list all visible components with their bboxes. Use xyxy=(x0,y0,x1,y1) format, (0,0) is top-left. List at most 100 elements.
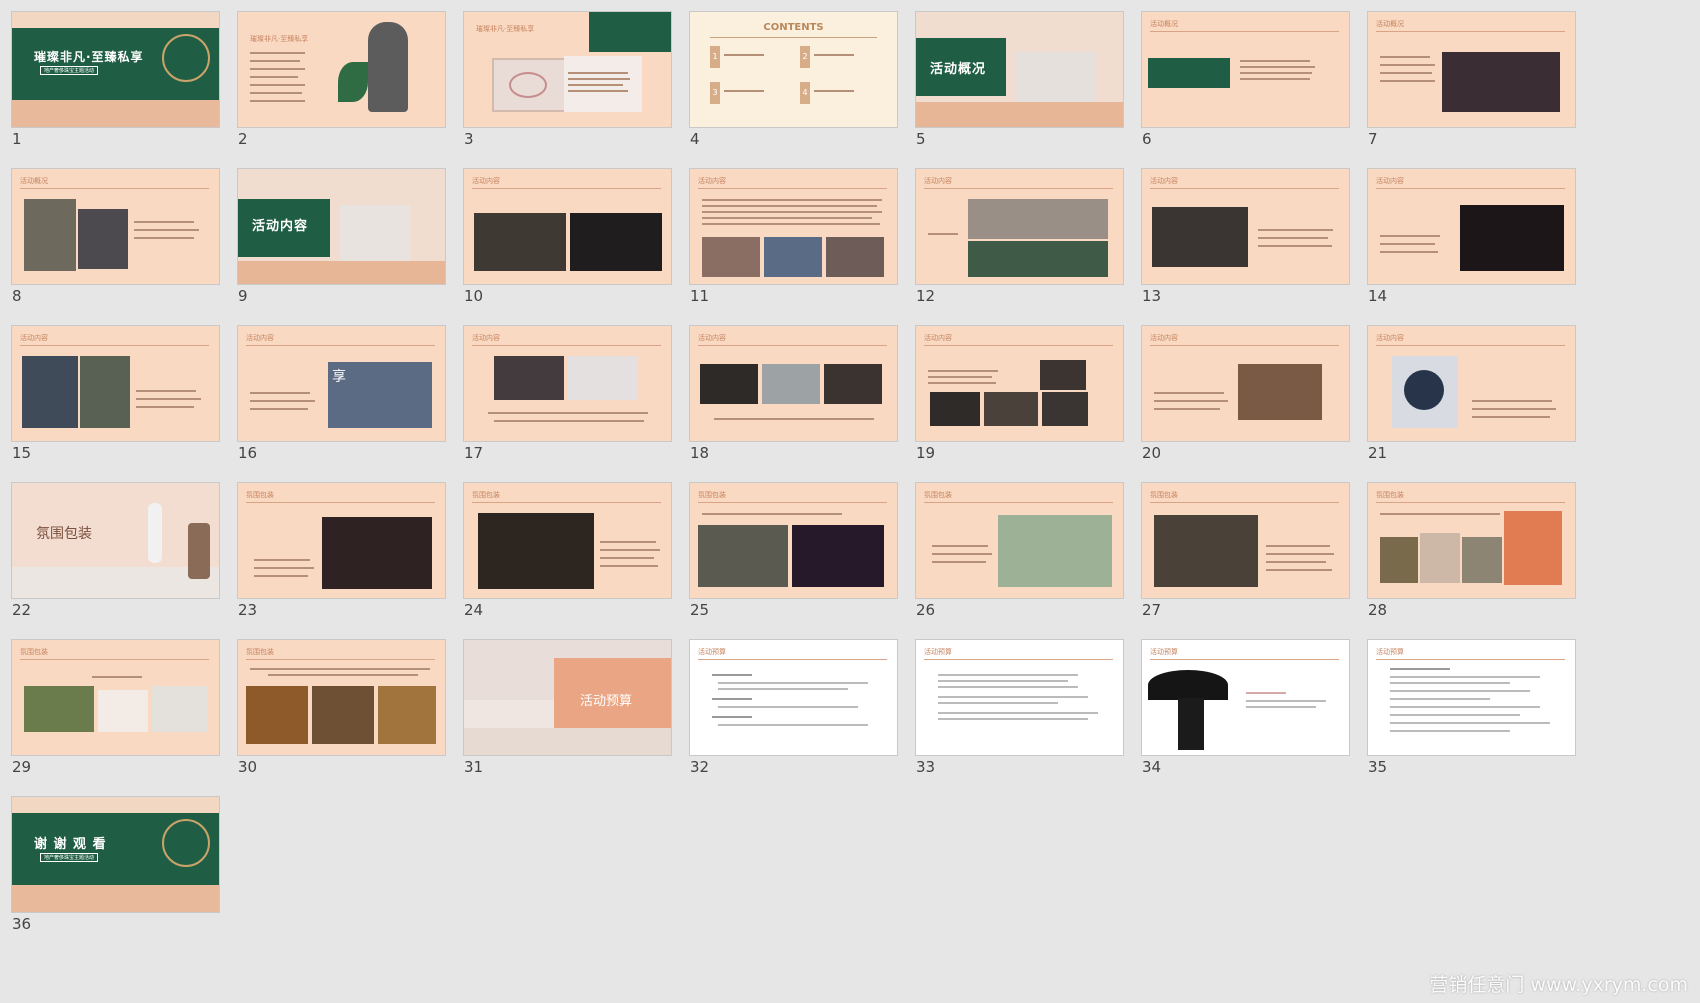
slide-thumbnail-2[interactable]: 璀璨非凡·至臻私享 xyxy=(237,11,446,128)
slide-title: 活动内容 xyxy=(698,177,726,185)
slide-number: 22 xyxy=(12,601,32,619)
slide-number: 35 xyxy=(1368,758,1388,776)
slide-number: 32 xyxy=(690,758,710,776)
slide-number: 2 xyxy=(238,130,248,148)
slide-number: 14 xyxy=(1368,287,1388,305)
slide-title: 活动内容 xyxy=(924,177,952,185)
slide-title: 活动预算 xyxy=(698,648,726,656)
slide-thumbnail-33[interactable]: 活动预算 xyxy=(915,639,1124,756)
slide-thumbnail-13[interactable]: 活动内容 xyxy=(1141,168,1350,285)
slide-thumbnail-10[interactable]: 活动内容 xyxy=(463,168,672,285)
slide-cell: 活动预算 33 xyxy=(904,628,1149,798)
slide-title: 活动内容 xyxy=(472,334,500,342)
contents-item-3: 3 xyxy=(710,82,720,104)
slide-thumbnail-27[interactable]: 氛围包装 xyxy=(1141,482,1350,599)
slide-cell: 氛围包装 24 xyxy=(452,471,697,641)
slide-number: 4 xyxy=(690,130,700,148)
slide-title: 活动内容 xyxy=(1150,177,1178,185)
slide-thumbnail-19[interactable]: 活动内容 xyxy=(915,325,1124,442)
slide-cell: 氛围包装 26 xyxy=(904,471,1149,641)
slide-thumbnail-20[interactable]: 活动内容 xyxy=(1141,325,1350,442)
contents-item-2: 2 xyxy=(800,46,810,68)
slide-number: 34 xyxy=(1142,758,1162,776)
slide-cell: 活动预算 34 xyxy=(1130,628,1375,798)
slide-title: 谢 谢 观 看 xyxy=(34,837,107,852)
contents-item-4: 4 xyxy=(800,82,810,104)
slide-number: 15 xyxy=(12,444,32,462)
slide-number: 36 xyxy=(12,915,32,933)
slide-thumbnail-32[interactable]: 活动预算 xyxy=(689,639,898,756)
slide-title: 氛围包装 xyxy=(36,526,92,542)
slide-cell: 活动预算 32 xyxy=(678,628,923,798)
slide-thumbnail-30[interactable]: 氛围包装 xyxy=(237,639,446,756)
slide-title: 活动内容 xyxy=(698,334,726,342)
slide-thumbnail-25[interactable]: 氛围包装 xyxy=(689,482,898,599)
slide-title: 璀璨非凡·至臻私享 xyxy=(250,35,309,43)
slide-thumbnail-28[interactable]: 氛围包装 xyxy=(1367,482,1576,599)
slide-cell: 活动概况 5 xyxy=(904,0,1149,170)
slide-thumbnail-16[interactable]: 活动内容 享 xyxy=(237,325,446,442)
slide-thumbnail-4[interactable]: CONTENTS 1 2 3 4 xyxy=(689,11,898,128)
slide-title: 活动预算 xyxy=(580,694,633,709)
watermark: 营销任意门 www.yxrym.com xyxy=(1429,974,1688,996)
slide-thumbnail-7[interactable]: 活动概况 xyxy=(1367,11,1576,128)
slide-thumbnail-31[interactable]: 活动预算 xyxy=(463,639,672,756)
slide-title: 氛围包装 xyxy=(698,491,726,499)
slide-thumbnail-14[interactable]: 活动内容 xyxy=(1367,168,1576,285)
slide-subtitle: 地产奢侈珠宝主题活动 xyxy=(40,853,99,862)
slide-thumbnail-11[interactable]: 活动内容 xyxy=(689,168,898,285)
slide-title: 氛围包装 xyxy=(1376,491,1404,499)
slide-number: 16 xyxy=(238,444,258,462)
slide-title: 活动内容 xyxy=(246,334,274,342)
slide-sorter-grid: 璀璨非凡·至臻私享 地产奢侈珠宝主题活动 1 璀璨非凡·至臻私享 2 璀璨非凡·… xyxy=(0,0,1700,1003)
slide-thumbnail-22[interactable]: 氛围包装 xyxy=(11,482,220,599)
slide-cell: 活动内容 9 xyxy=(226,157,471,327)
slide-number: 25 xyxy=(690,601,710,619)
slide-thumbnail-36[interactable]: 谢 谢 观 看 地产奢侈珠宝主题活动 xyxy=(11,796,220,913)
slide-thumbnail-23[interactable]: 氛围包装 xyxy=(237,482,446,599)
slide-thumbnail-3[interactable]: 璀璨非凡·至臻私享 xyxy=(463,11,672,128)
slide-cell: 活动概况 8 xyxy=(0,157,245,327)
slide-number: 3 xyxy=(464,130,474,148)
slide-cell: 璀璨非凡·至臻私享 地产奢侈珠宝主题活动 1 xyxy=(0,0,245,170)
slide-cell: 活动内容 享 16 xyxy=(226,314,471,484)
slide-title: 活动内容 xyxy=(1376,334,1404,342)
slide-title: 活动预算 xyxy=(1150,648,1178,656)
slide-cell: 活动内容 18 xyxy=(678,314,923,484)
slide-title: 氛围包装 xyxy=(20,648,48,656)
slide-title: 活动预算 xyxy=(1376,648,1404,656)
slide-cell: 活动概况 7 xyxy=(1356,0,1601,170)
slide-thumbnail-1[interactable]: 璀璨非凡·至臻私享 地产奢侈珠宝主题活动 xyxy=(11,11,220,128)
slide-thumbnail-5[interactable]: 活动概况 xyxy=(915,11,1124,128)
slide-thumbnail-26[interactable]: 氛围包装 xyxy=(915,482,1124,599)
slide-cell: 氛围包装 30 xyxy=(226,628,471,798)
slide-thumbnail-17[interactable]: 活动内容 xyxy=(463,325,672,442)
slide-number: 30 xyxy=(238,758,258,776)
slide-cell: 谢 谢 观 看 地产奢侈珠宝主题活动 36 xyxy=(0,785,245,955)
slide-cell: 活动概况 6 xyxy=(1130,0,1375,170)
slide-cell: 氛围包装 25 xyxy=(678,471,923,641)
slide-title: 氛围包装 xyxy=(472,491,500,499)
slide-cell: 氛围包装 28 xyxy=(1356,471,1601,641)
slide-thumbnail-8[interactable]: 活动概况 xyxy=(11,168,220,285)
slide-number: 27 xyxy=(1142,601,1162,619)
slide-thumbnail-29[interactable]: 氛围包装 xyxy=(11,639,220,756)
slide-thumbnail-9[interactable]: 活动内容 xyxy=(237,168,446,285)
slide-thumbnail-24[interactable]: 氛围包装 xyxy=(463,482,672,599)
contents-item-1: 1 xyxy=(710,46,720,68)
slide-thumbnail-18[interactable]: 活动内容 xyxy=(689,325,898,442)
slide-number: 12 xyxy=(916,287,936,305)
slide-number: 6 xyxy=(1142,130,1152,148)
slide-thumbnail-15[interactable]: 活动内容 xyxy=(11,325,220,442)
slide-number: 29 xyxy=(12,758,32,776)
slide-thumbnail-6[interactable]: 活动概况 xyxy=(1141,11,1350,128)
slide-thumbnail-35[interactable]: 活动预算 xyxy=(1367,639,1576,756)
slide-thumbnail-12[interactable]: 活动内容 xyxy=(915,168,1124,285)
slide-number: 1 xyxy=(12,130,22,148)
slide-thumbnail-21[interactable]: 活动内容 xyxy=(1367,325,1576,442)
slide-number: 26 xyxy=(916,601,936,619)
slide-number: 5 xyxy=(916,130,926,148)
slide-number: 31 xyxy=(464,758,484,776)
slide-cell: 活动内容 12 xyxy=(904,157,1149,327)
slide-thumbnail-34[interactable]: 活动预算 xyxy=(1141,639,1350,756)
